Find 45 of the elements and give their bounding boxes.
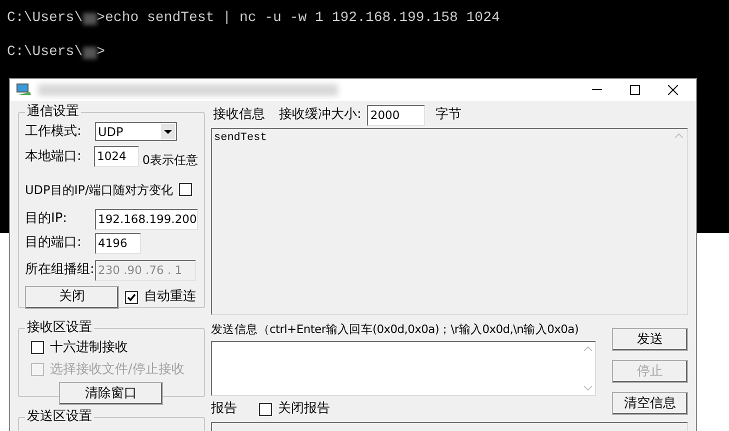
local-port-field[interactable]: 1024: [94, 146, 140, 167]
unit-label: 字节: [435, 106, 462, 124]
receive-textarea[interactable]: sendTest: [211, 128, 688, 315]
blurred-username: [82, 12, 97, 24]
checkbox[interactable]: [125, 290, 138, 304]
terminal-prompt: C:\Users\: [7, 43, 83, 62]
close-icon[interactable]: [668, 85, 678, 95]
checkbox-label: 关闭报告: [278, 400, 330, 418]
blurred-username: [82, 46, 97, 58]
checkbox[interactable]: [259, 402, 272, 416]
mode-dropdown[interactable]: UDP: [95, 122, 177, 142]
terminal-command: >: [96, 43, 106, 62]
checkbox-label: 自动重连: [144, 288, 196, 306]
field-label: 目的端口:: [25, 234, 82, 252]
checkbox-label: 选择接收文件/停止接收: [50, 360, 184, 378]
checkbox-label: UDP目的IP/端口随对方变化: [25, 182, 174, 198]
checkbox[interactable]: [31, 341, 44, 354]
close-button[interactable]: 关闭: [25, 286, 119, 308]
field-label: 目的IP:: [25, 210, 68, 228]
checkbox[interactable]: [179, 183, 192, 196]
terminal-command: >echo sendTest | nc -u -w 1 192.168.199.158 1024: [96, 9, 500, 28]
app-icon: [16, 83, 32, 97]
buffer-size-field[interactable]: 2000: [367, 104, 426, 126]
terminal-prompt: C:\Users\: [7, 9, 83, 28]
field-label: 本地端口:: [25, 148, 82, 166]
group-title: 通信设置: [25, 104, 81, 120]
section-label: 接收信息: [213, 106, 265, 124]
maximize-icon[interactable]: [630, 85, 640, 95]
report-label: 报告: [211, 400, 238, 418]
action-button[interactable]: 发送: [612, 328, 688, 351]
dest-port-field[interactable]: 4196: [95, 232, 141, 254]
send-info-label: 发送信息（ctrl+Enter输入回车(0x0d,0x0a)；\r输入0x0d,\n输入0x0a): [211, 321, 580, 338]
minimize-icon[interactable]: [592, 89, 602, 91]
group-title: 接收区设置: [25, 320, 94, 336]
field-label: 接收缓冲大小:: [279, 106, 362, 124]
hint-text: 0表示任意: [142, 152, 198, 168]
checkbox-label: 十六进制接收: [50, 339, 128, 357]
checkmark-icon: [127, 292, 136, 302]
received-text: sendTest: [213, 131, 267, 146]
clear-window-button[interactable]: 清除窗口: [59, 382, 163, 405]
send-textarea[interactable]: [211, 341, 596, 396]
dest-ip-field[interactable]: 192.168.199.200: [95, 208, 198, 230]
field-label: 工作模式:: [25, 123, 82, 141]
action-button[interactable]: 清空信息: [612, 392, 688, 415]
field-label: 所在组播组:: [25, 261, 91, 280]
